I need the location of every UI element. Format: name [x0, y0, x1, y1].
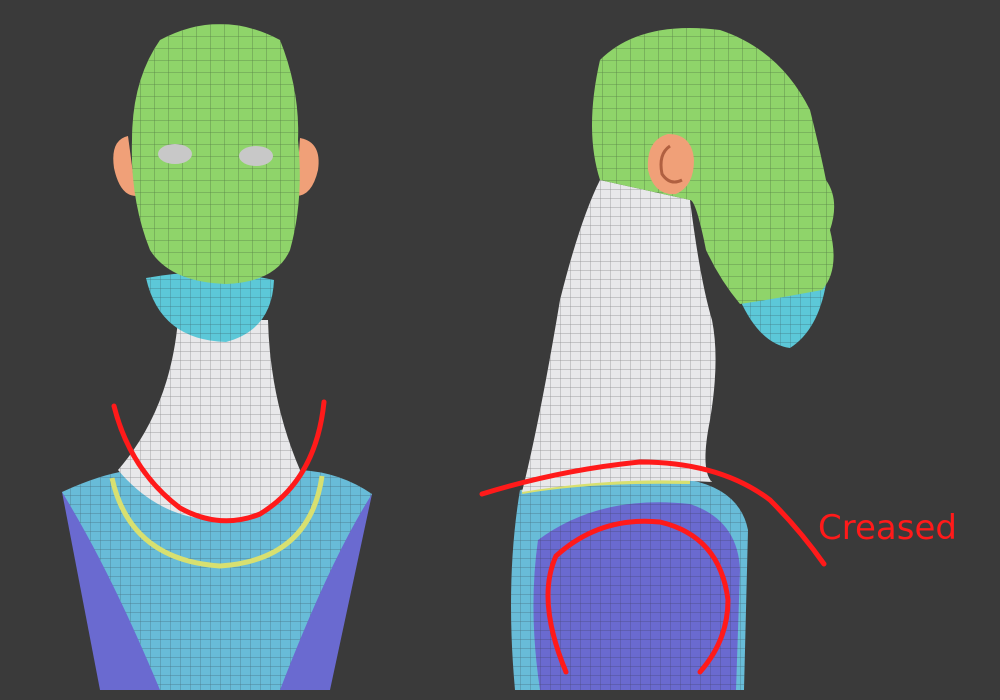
front-eye-socket-left — [158, 144, 192, 164]
side-ear — [647, 134, 694, 195]
front-eye-socket-right — [239, 146, 273, 166]
viewport-scene — [0, 0, 1000, 700]
creased-annotation-label: Creased — [818, 508, 957, 548]
